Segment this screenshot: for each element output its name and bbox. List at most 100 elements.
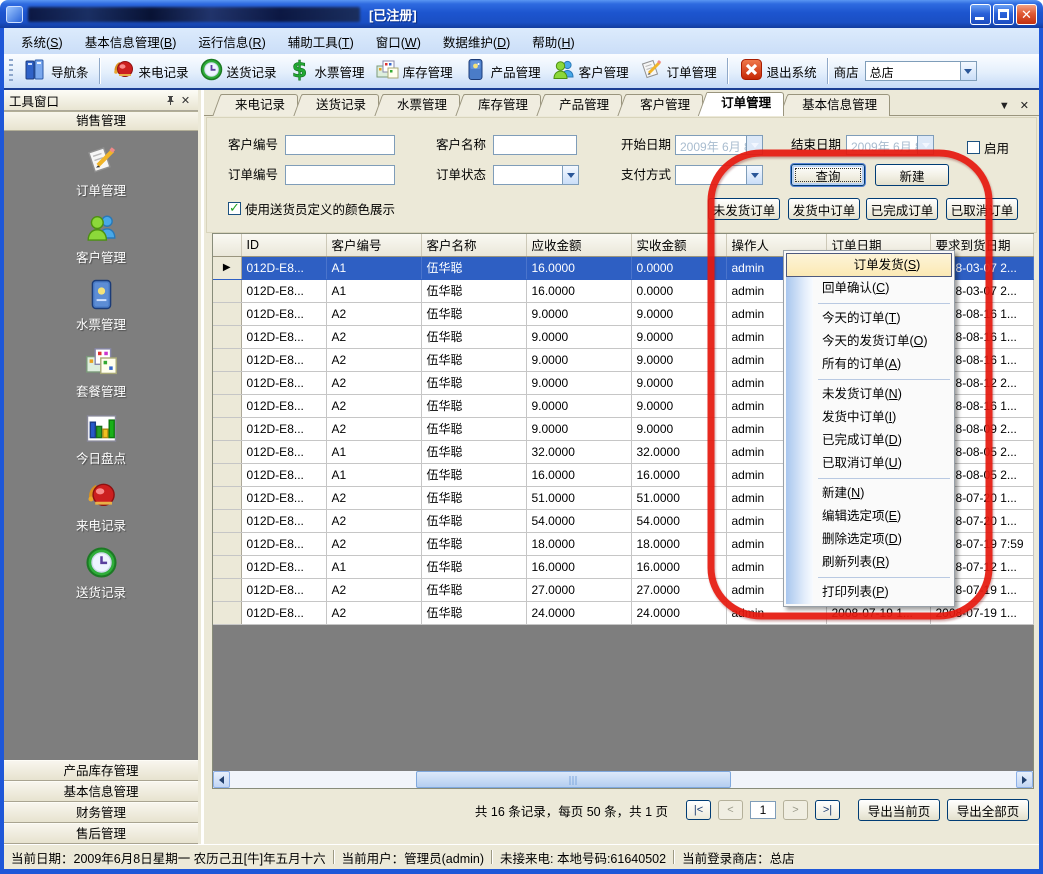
end-date-picker[interactable]: 2009年 6月 8日: [846, 135, 934, 155]
context-menu-item-P[interactable]: 打印列表(P): [784, 581, 954, 604]
sidebar-group-sales[interactable]: 销售管理: [4, 111, 198, 131]
horizontal-scrollbar[interactable]: [213, 771, 1033, 788]
order-status-filter-button[interactable]: 已取消订单: [946, 198, 1018, 220]
scroll-right-arrow-icon[interactable]: [1016, 771, 1033, 788]
row-selector: [213, 440, 241, 463]
order-no-input[interactable]: [285, 165, 395, 185]
column-header-应收金额[interactable]: 应收金额: [526, 234, 631, 256]
driver-color-checkbox[interactable]: 使用送货员定义的颜色展示: [228, 199, 395, 218]
chevron-down-icon[interactable]: [746, 166, 762, 184]
chevron-down-icon[interactable]: [960, 62, 976, 80]
context-menu-item-U[interactable]: 已取消订单(U): [784, 452, 954, 475]
tab-来电记录[interactable]: 来电记录: [220, 94, 298, 116]
close-panel-icon[interactable]: ✕: [178, 93, 193, 108]
menubar-item-D[interactable]: 数据维护(D): [432, 28, 521, 55]
context-menu-item-S[interactable]: 订单发货(S): [786, 253, 952, 277]
tab-水票管理[interactable]: 水票管理: [382, 94, 460, 116]
enable-checkbox[interactable]: 启用: [967, 138, 1009, 157]
toolbar-button-product-card[interactable]: 产品管理: [458, 55, 546, 87]
tab-基本信息管理[interactable]: 基本信息管理: [787, 94, 890, 116]
order-status-filter-button[interactable]: 已完成订单: [866, 198, 938, 220]
customer-name-input[interactable]: [493, 135, 577, 155]
sidebar-item-来电记录[interactable]: 来电记录: [4, 478, 198, 534]
context-menu-item-D[interactable]: 删除选定项(D): [784, 528, 954, 551]
context-menu-item-I[interactable]: 发货中订单(I): [784, 406, 954, 429]
column-header-实收金额[interactable]: 实收金额: [631, 234, 726, 256]
first-page-button[interactable]: |<: [686, 800, 711, 820]
scrollbar-track[interactable]: [230, 771, 1016, 788]
context-menu-item-R[interactable]: 刷新列表(R): [784, 551, 954, 574]
toolbar-grip[interactable]: [9, 59, 13, 83]
table-cell: 16.0000: [631, 463, 726, 486]
tab-订单管理[interactable]: 订单管理: [706, 92, 784, 116]
maximize-button[interactable]: [993, 4, 1014, 25]
next-page-button[interactable]: >: [783, 800, 808, 820]
sidebar-item-套餐管理[interactable]: 套餐管理: [4, 344, 198, 400]
export-all-pages-button[interactable]: 导出全部页: [947, 799, 1029, 821]
page-number-input[interactable]: [750, 801, 776, 819]
export-current-page-button[interactable]: 导出当前页: [858, 799, 940, 821]
prev-page-button[interactable]: <: [718, 800, 743, 820]
menubar-item-W[interactable]: 窗口(W): [365, 28, 432, 55]
minimize-button[interactable]: [970, 4, 991, 25]
scrollbar-thumb[interactable]: [416, 771, 731, 788]
tab-产品管理[interactable]: 产品管理: [544, 94, 622, 116]
tab-送货记录[interactable]: 送货记录: [301, 94, 379, 116]
sidebar-item-订单管理[interactable]: 订单管理: [4, 143, 198, 199]
toolbar-button-exit[interactable]: 退出系统: [734, 55, 822, 87]
menubar-item-T[interactable]: 辅助工具(T): [277, 28, 365, 55]
redacted-title-text: [28, 7, 360, 22]
new-button[interactable]: 新建: [875, 164, 949, 186]
context-menu-item-O[interactable]: 今天的发货订单(O): [784, 330, 954, 353]
query-button[interactable]: 查询: [791, 164, 865, 186]
sidebar-group-产品库存管理[interactable]: 产品库存管理: [4, 760, 198, 781]
toolbar-button-dollar[interactable]: $水票管理: [282, 55, 370, 87]
context-menu-item-D[interactable]: 已完成订单(D): [784, 429, 954, 452]
sidebar-group-售后管理[interactable]: 售后管理: [4, 823, 198, 844]
sidebar-item-水票管理[interactable]: 水票管理: [4, 277, 198, 333]
pin-icon[interactable]: [163, 93, 178, 108]
sidebar-item-送货记录[interactable]: 送货记录: [4, 545, 198, 601]
context-menu-item-T[interactable]: 今天的订单(T): [784, 307, 954, 330]
tab-list-dropdown-icon[interactable]: ▼: [999, 100, 1010, 112]
tab-客户管理[interactable]: 客户管理: [625, 94, 703, 116]
sidebar-item-客户管理[interactable]: 客户管理: [4, 210, 198, 266]
order-status-filter-button[interactable]: 发货中订单: [788, 198, 860, 220]
column-header-客户名称[interactable]: 客户名称: [421, 234, 526, 256]
checkbox-checked-icon: [228, 202, 241, 215]
toolbar-button-order-pen[interactable]: 订单管理: [634, 55, 722, 87]
pay-method-combo[interactable]: [675, 165, 763, 185]
chevron-down-icon[interactable]: [562, 166, 578, 184]
toolbar-button-incoming-call-bell[interactable]: 来电记录: [106, 55, 194, 87]
toolbar-button-customers[interactable]: 客户管理: [546, 55, 634, 87]
sidebar-group-财务管理[interactable]: 财务管理: [4, 802, 198, 823]
order-status-filter-button[interactable]: 未发货订单: [708, 198, 780, 220]
toolbar-button-inventory-grid[interactable]: 库存管理: [370, 55, 458, 87]
column-header-客户编号[interactable]: 客户编号: [326, 234, 421, 256]
shop-combo[interactable]: 总店: [865, 61, 977, 81]
toolbar-button-delivery-clock[interactable]: 送货记录: [194, 55, 282, 87]
tab-close-icon[interactable]: ✕: [1020, 99, 1029, 112]
menubar-item-H[interactable]: 帮助(H): [521, 28, 585, 55]
start-date-picker[interactable]: 2009年 6月 8日: [675, 135, 763, 155]
context-menu-separator: [818, 303, 950, 304]
toolbar-button-navigator-book[interactable]: 导航条: [18, 55, 94, 87]
context-menu-item-E[interactable]: 编辑选定项(E): [784, 505, 954, 528]
column-header-ID[interactable]: ID: [241, 234, 326, 256]
tab-库存管理[interactable]: 库存管理: [463, 94, 541, 116]
menubar-item-R[interactable]: 运行信息(R): [187, 28, 276, 55]
menubar-item-B[interactable]: 基本信息管理(B): [74, 28, 188, 55]
last-page-button[interactable]: >|: [815, 800, 840, 820]
sidebar-group-基本信息管理[interactable]: 基本信息管理: [4, 781, 198, 802]
customer-no-input[interactable]: [285, 135, 395, 155]
window-border-left: [0, 28, 4, 874]
close-button[interactable]: ✕: [1016, 4, 1037, 25]
context-menu-item-N[interactable]: 未发货订单(N): [784, 383, 954, 406]
context-menu-item-A[interactable]: 所有的订单(A): [784, 353, 954, 376]
sidebar-item-今日盘点[interactable]: 今日盘点: [4, 411, 198, 467]
order-status-combo[interactable]: [493, 165, 579, 185]
menubar-item-S[interactable]: 系统(S): [10, 28, 74, 55]
scroll-left-arrow-icon[interactable]: [213, 771, 230, 788]
context-menu-item-C[interactable]: 回单确认(C): [784, 277, 954, 300]
context-menu-item-N[interactable]: 新建(N): [784, 482, 954, 505]
